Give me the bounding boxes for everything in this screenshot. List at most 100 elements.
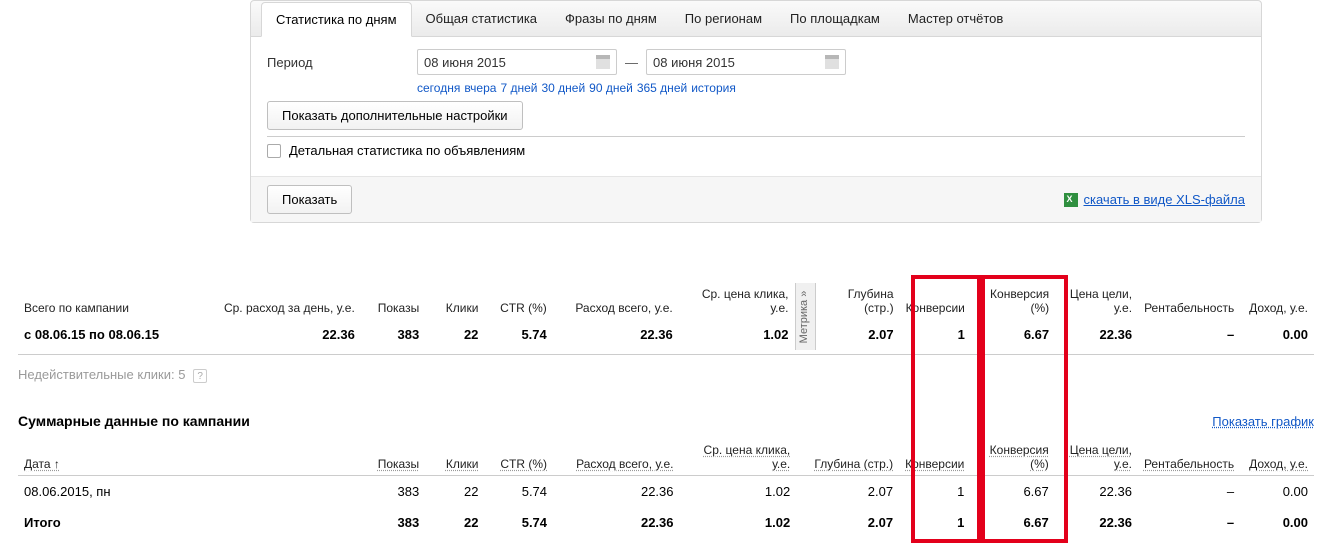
quick-period-links: сегодня вчера 7 дней 30 дней 90 дней 365…: [417, 81, 1245, 95]
tot-roi: –: [1138, 507, 1240, 538]
period-label: Период: [267, 55, 417, 70]
quick-today[interactable]: сегодня: [417, 81, 460, 95]
table-totals-row: Итого 383 22 5.74 22.36 1.02 2.07 1 6.67…: [18, 507, 1314, 538]
col-revenue: Доход, у.е.: [1240, 283, 1314, 319]
tab-by-placements[interactable]: По площадкам: [776, 2, 894, 35]
col-avg-spend-day: Ср. расход за день, у.е.: [211, 283, 361, 319]
campaign-summary-table: Всего по кампании Ср. расход за день, у.…: [18, 283, 1314, 350]
tab-report-wizard[interactable]: Мастер отчётов: [894, 2, 1017, 35]
col-roi[interactable]: Рентабельность: [1138, 439, 1240, 476]
cell-conv-pct: 6.67: [970, 476, 1054, 508]
report-config-panel: Статистика по дням Общая статистика Фраз…: [250, 0, 1262, 223]
tab-by-regions[interactable]: По регионам: [671, 2, 776, 35]
cell-ctr: 5.74: [485, 476, 554, 508]
val-roi: –: [1138, 319, 1240, 350]
quick-30d[interactable]: 30 дней: [541, 81, 585, 95]
metrica-label: Метрика »: [798, 290, 810, 343]
val-avg-spend-day: 22.36: [211, 319, 361, 350]
col-conv-pct[interactable]: Конверсия (%): [970, 439, 1054, 476]
col-avg-cpc: Ср. цена клика, у.е.: [679, 283, 795, 319]
quick-yesterday[interactable]: вчера: [464, 81, 496, 95]
date-from-value: 08 июня 2015: [424, 55, 506, 70]
tot-clicks: 22: [425, 507, 484, 538]
col-goal-price: Цена цели, у.е.: [1055, 283, 1138, 319]
tab-stats-by-day[interactable]: Статистика по дням: [261, 2, 412, 37]
val-conv-pct: 6.67: [971, 319, 1055, 350]
invalid-clicks-label: Недействительные клики:: [18, 367, 175, 382]
col-spend-total: Расход всего, у.е.: [553, 283, 679, 319]
col-goal-price[interactable]: Цена цели, у.е.: [1055, 439, 1138, 476]
tot-ctr: 5.74: [485, 507, 554, 538]
val-clicks: 22: [425, 319, 484, 350]
show-button[interactable]: Показать: [267, 185, 352, 214]
cell-shows: 383: [361, 476, 425, 508]
cell-date: 08.06.2015, пн: [18, 476, 361, 508]
date-to-value: 08 июня 2015: [653, 55, 735, 70]
tot-goal-price: 22.36: [1055, 507, 1138, 538]
invalid-clicks-value: 5: [178, 367, 185, 382]
cell-roi: –: [1138, 476, 1240, 508]
table-row: 08.06.2015, пн 383 22 5.74 22.36 1.02 2.…: [18, 476, 1314, 508]
tot-conversions: 1: [899, 507, 970, 538]
val-avg-cpc: 1.02: [679, 319, 795, 350]
col-campaign-total: Всего по кампании: [18, 283, 211, 319]
detail-section-header: Суммарные данные по кампании Показать гр…: [18, 413, 1314, 429]
detail-title: Суммарные данные по кампании: [18, 413, 250, 429]
quick-90d[interactable]: 90 дней: [589, 81, 633, 95]
tab-general-stats[interactable]: Общая статистика: [412, 2, 552, 35]
summary-header-row: Всего по кампании Ср. расход за день, у.…: [18, 283, 1314, 319]
col-roi: Рентабельность: [1138, 283, 1240, 319]
quick-7d[interactable]: 7 дней: [500, 81, 537, 95]
val-spend-total: 22.36: [553, 319, 679, 350]
col-avg-cpc[interactable]: Ср. цена клика, у.е.: [680, 439, 797, 476]
download-xls-label: скачать в виде XLS-файла: [1084, 192, 1246, 207]
detail-header-row: Дата ↑ Показы Клики CTR (%) Расход всего…: [18, 439, 1314, 476]
date-from-input[interactable]: 08 июня 2015: [417, 49, 617, 75]
quick-365d[interactable]: 365 дней: [637, 81, 687, 95]
date-to-input[interactable]: 08 июня 2015: [646, 49, 846, 75]
cell-conversions: 1: [899, 476, 970, 508]
val-shows: 383: [361, 319, 425, 350]
xls-icon: [1064, 193, 1078, 207]
cell-goal-price: 22.36: [1055, 476, 1138, 508]
show-more-settings-button[interactable]: Показать дополнительные настройки: [267, 101, 523, 130]
report-content: Всего по кампании Ср. расход за день, у.…: [18, 283, 1314, 538]
col-revenue[interactable]: Доход, у.е.: [1240, 439, 1314, 476]
campaign-detail-table: Дата ↑ Показы Клики CTR (%) Расход всего…: [18, 439, 1314, 538]
show-chart-link[interactable]: Показать график: [1212, 414, 1314, 429]
val-ctr: 5.74: [484, 319, 552, 350]
col-depth: Глубина (стр.): [816, 283, 900, 319]
col-spend-total[interactable]: Расход всего, у.е.: [553, 439, 679, 476]
cell-spend-total: 22.36: [553, 476, 679, 508]
metrica-toggle[interactable]: Метрика »: [795, 283, 816, 350]
calendar-icon: [596, 55, 610, 69]
panel-body: Период 08 июня 2015 — 08 июня 2015 сегод…: [251, 37, 1261, 176]
tot-spend-total: 22.36: [553, 507, 679, 538]
col-shows[interactable]: Показы: [361, 439, 425, 476]
col-shows: Показы: [361, 283, 425, 319]
calendar-icon: [825, 55, 839, 69]
tab-phrases-by-day[interactable]: Фразы по дням: [551, 2, 671, 35]
cell-clicks: 22: [425, 476, 484, 508]
cell-depth: 2.07: [796, 476, 899, 508]
tot-avg-cpc: 1.02: [680, 507, 797, 538]
download-xls-link[interactable]: скачать в виде XLS-файла: [1064, 192, 1246, 207]
val-goal-price: 22.36: [1055, 319, 1138, 350]
col-depth[interactable]: Глубина (стр.): [796, 439, 899, 476]
col-conversions[interactable]: Конверсии: [899, 439, 970, 476]
summary-value-row: с 08.06.15 по 08.06.15 22.36 383 22 5.74…: [18, 319, 1314, 350]
detailed-stats-checkbox[interactable]: [267, 144, 281, 158]
col-clicks: Клики: [425, 283, 484, 319]
col-conversions: Конверсии: [900, 283, 971, 319]
help-icon[interactable]: ?: [193, 369, 207, 383]
tabs-bar: Статистика по дням Общая статистика Фраз…: [251, 1, 1261, 37]
tot-shows: 383: [361, 507, 425, 538]
val-conversions: 1: [900, 319, 971, 350]
tot-depth: 2.07: [796, 507, 899, 538]
detailed-stats-checkbox-label: Детальная статистика по объявлениям: [289, 143, 525, 158]
cell-avg-cpc: 1.02: [680, 476, 797, 508]
col-ctr[interactable]: CTR (%): [485, 439, 554, 476]
col-date[interactable]: Дата ↑: [18, 439, 361, 476]
quick-history[interactable]: история: [691, 81, 736, 95]
col-clicks[interactable]: Клики: [425, 439, 484, 476]
